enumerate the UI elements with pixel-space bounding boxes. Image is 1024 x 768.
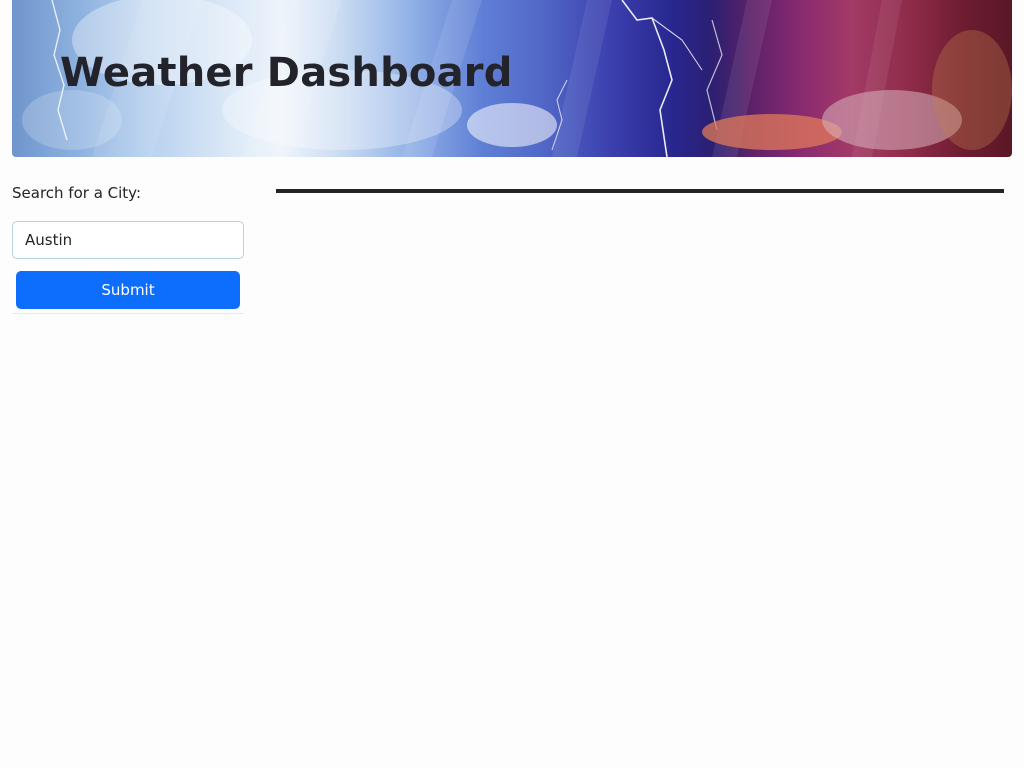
forecast-divider	[276, 189, 1004, 193]
page-title: Weather Dashboard	[60, 50, 513, 96]
search-history-divider	[12, 313, 244, 314]
city-search-input[interactable]	[12, 221, 244, 259]
header-banner: Weather Dashboard	[12, 0, 1012, 157]
submit-button[interactable]: Submit	[16, 271, 240, 309]
search-label: Search for a City:	[12, 184, 142, 202]
